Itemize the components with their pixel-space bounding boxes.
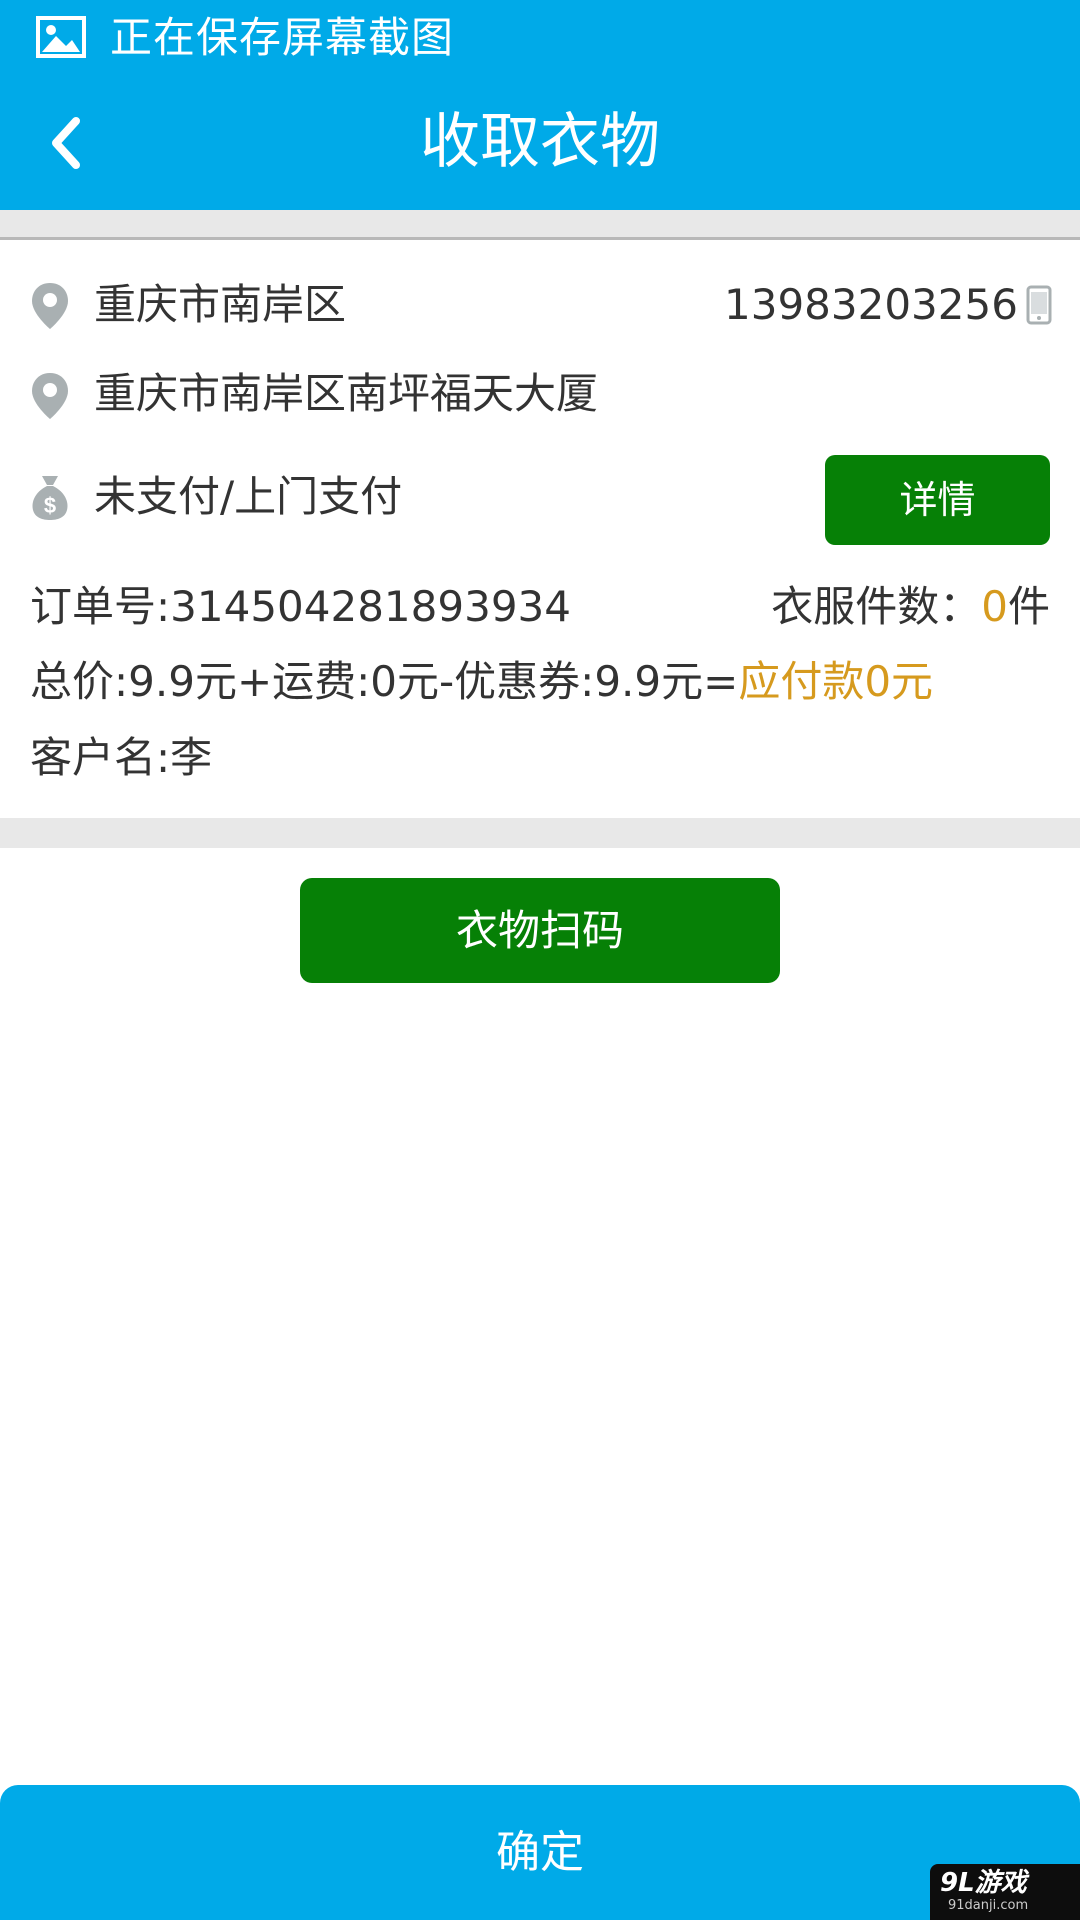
confirm-button[interactable]: 确定 (0, 1785, 1080, 1920)
clothes-count: 0 (981, 582, 1008, 631)
amount-due: 应付款0元 (738, 657, 934, 706)
district-text: 重庆市南岸区 (94, 280, 347, 329)
svg-text:$: $ (44, 493, 56, 518)
order-number-line: 订单号:314504281893934 (30, 579, 571, 635)
scan-clothes-button[interactable]: 衣物扫码 (300, 878, 780, 983)
order-number-label: 订单号: (30, 582, 171, 631)
page-title: 收取衣物 (420, 107, 660, 177)
address-text: 重庆市南岸区南坪福天大厦 (94, 369, 599, 418)
divider-band (0, 210, 1080, 240)
clothes-count-line: 衣服件数：0件 (771, 579, 1050, 635)
status-text: 正在保存屏幕截图 (110, 13, 455, 62)
payment-status: 未支付/上门支付 (94, 472, 403, 521)
phone-number[interactable]: 13983203256 (724, 277, 1018, 333)
customer-line: 客户名:李 (30, 730, 212, 786)
price-line: 总价:9.9元+运费:0元-优惠券:9.9元=应付款0元 (30, 654, 933, 710)
mobile-phone-icon[interactable] (1026, 285, 1052, 325)
status-bar: 正在保存屏幕截图 (0, 0, 1080, 76)
watermark-main: 9L游戏 (940, 1868, 1027, 1898)
clothes-count-unit: 件 (1007, 582, 1050, 631)
money-bag-icon: $ (32, 476, 68, 520)
order-info-card: 重庆市南岸区 13983203256 重庆市南岸区南坪福天大厦 $ 未支付/上门… (0, 243, 1080, 818)
order-number: 314504281893934 (170, 582, 571, 631)
detail-button[interactable]: 详情 (825, 455, 1050, 545)
customer-label: 客户名: (30, 733, 171, 782)
location-pin-icon (32, 283, 68, 329)
location-pin-icon (32, 373, 68, 419)
page: 正在保存屏幕截图 收取衣物 重庆市南岸区 13983203256 重庆市南岸区南… (0, 0, 1080, 1920)
divider-band (0, 818, 1080, 848)
customer-name: 李 (170, 733, 213, 782)
watermark-logo: 9L游戏 91danji.com (930, 1864, 1080, 1920)
price-formula: 总价:9.9元+运费:0元-优惠券:9.9元= (30, 657, 739, 706)
image-icon (36, 16, 86, 58)
watermark-sub: 91danji.com (948, 1898, 1029, 1913)
header: 正在保存屏幕截图 收取衣物 (0, 0, 1080, 210)
clothes-count-label: 衣服件数： (771, 582, 982, 631)
